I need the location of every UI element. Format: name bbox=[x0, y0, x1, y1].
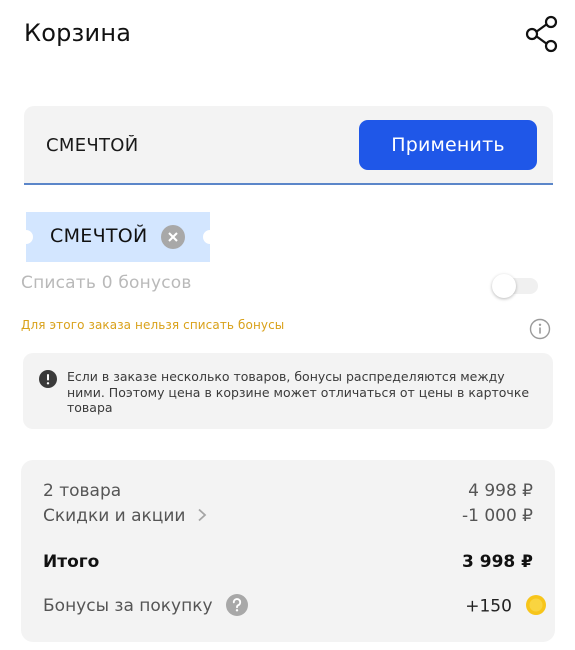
purchase-bonus-label: Бонусы за покупку bbox=[43, 596, 213, 616]
purchase-bonus-value: +150 bbox=[465, 596, 512, 617]
bonus-warning: Для этого заказа нельзя списать бонусы bbox=[21, 318, 285, 332]
exclamation-icon bbox=[39, 370, 57, 388]
chevron-right-icon bbox=[198, 508, 207, 521]
discounts-value: -1 000 ₽ bbox=[461, 506, 533, 526]
discounts-label: Скидки и акции bbox=[43, 506, 186, 526]
total-value: 3 998 ₽ bbox=[462, 552, 533, 572]
apply-promo-button[interactable]: Применить bbox=[359, 120, 537, 170]
page-title: Корзина bbox=[24, 19, 132, 47]
bonus-coin-icon bbox=[526, 595, 546, 615]
summary-row-items: 2 товара 4 998 ₽ bbox=[43, 481, 533, 507]
items-price: 4 998 ₽ bbox=[468, 481, 533, 501]
share-button[interactable] bbox=[522, 14, 562, 54]
applied-promo-chip: СМЕЧТОЙ bbox=[26, 212, 210, 262]
order-summary: 2 товара 4 998 ₽ Скидки и акции -1 000 ₽… bbox=[21, 460, 555, 642]
share-icon bbox=[525, 15, 558, 53]
header: Корзина bbox=[0, 0, 575, 70]
promo-code-field: Применить bbox=[24, 106, 553, 185]
remove-promo-button[interactable] bbox=[161, 225, 185, 249]
bonus-notice: Если в заказе несколько товаров, бонусы … bbox=[23, 353, 553, 429]
notice-text: Если в заказе несколько товаров, бонусы … bbox=[67, 369, 530, 415]
items-count-label: 2 товара bbox=[43, 481, 122, 501]
bonus-info-button[interactable] bbox=[529, 318, 551, 340]
use-bonus-label: Списать 0 бонусов bbox=[21, 273, 192, 293]
total-label: Итого bbox=[43, 552, 100, 572]
info-icon bbox=[529, 318, 551, 340]
promo-code-input[interactable] bbox=[46, 128, 346, 162]
use-bonus-toggle[interactable] bbox=[492, 273, 540, 298]
close-icon bbox=[161, 225, 185, 249]
toggle-knob bbox=[492, 274, 516, 298]
applied-promo-code: СМЕЧТОЙ bbox=[50, 225, 148, 247]
bonus-value-wrap: +150 bbox=[465, 595, 547, 617]
summary-row-total: Итого 3 998 ₽ bbox=[43, 552, 533, 578]
bonus-label-wrap: Бонусы за покупку bbox=[43, 593, 248, 616]
discounts-label-wrap: Скидки и акции bbox=[43, 506, 207, 526]
question-icon[interactable] bbox=[225, 593, 248, 616]
summary-row-bonus: Бонусы за покупку +150 bbox=[43, 593, 546, 622]
summary-row-discounts[interactable]: Скидки и акции -1 000 ₽ bbox=[43, 506, 533, 532]
